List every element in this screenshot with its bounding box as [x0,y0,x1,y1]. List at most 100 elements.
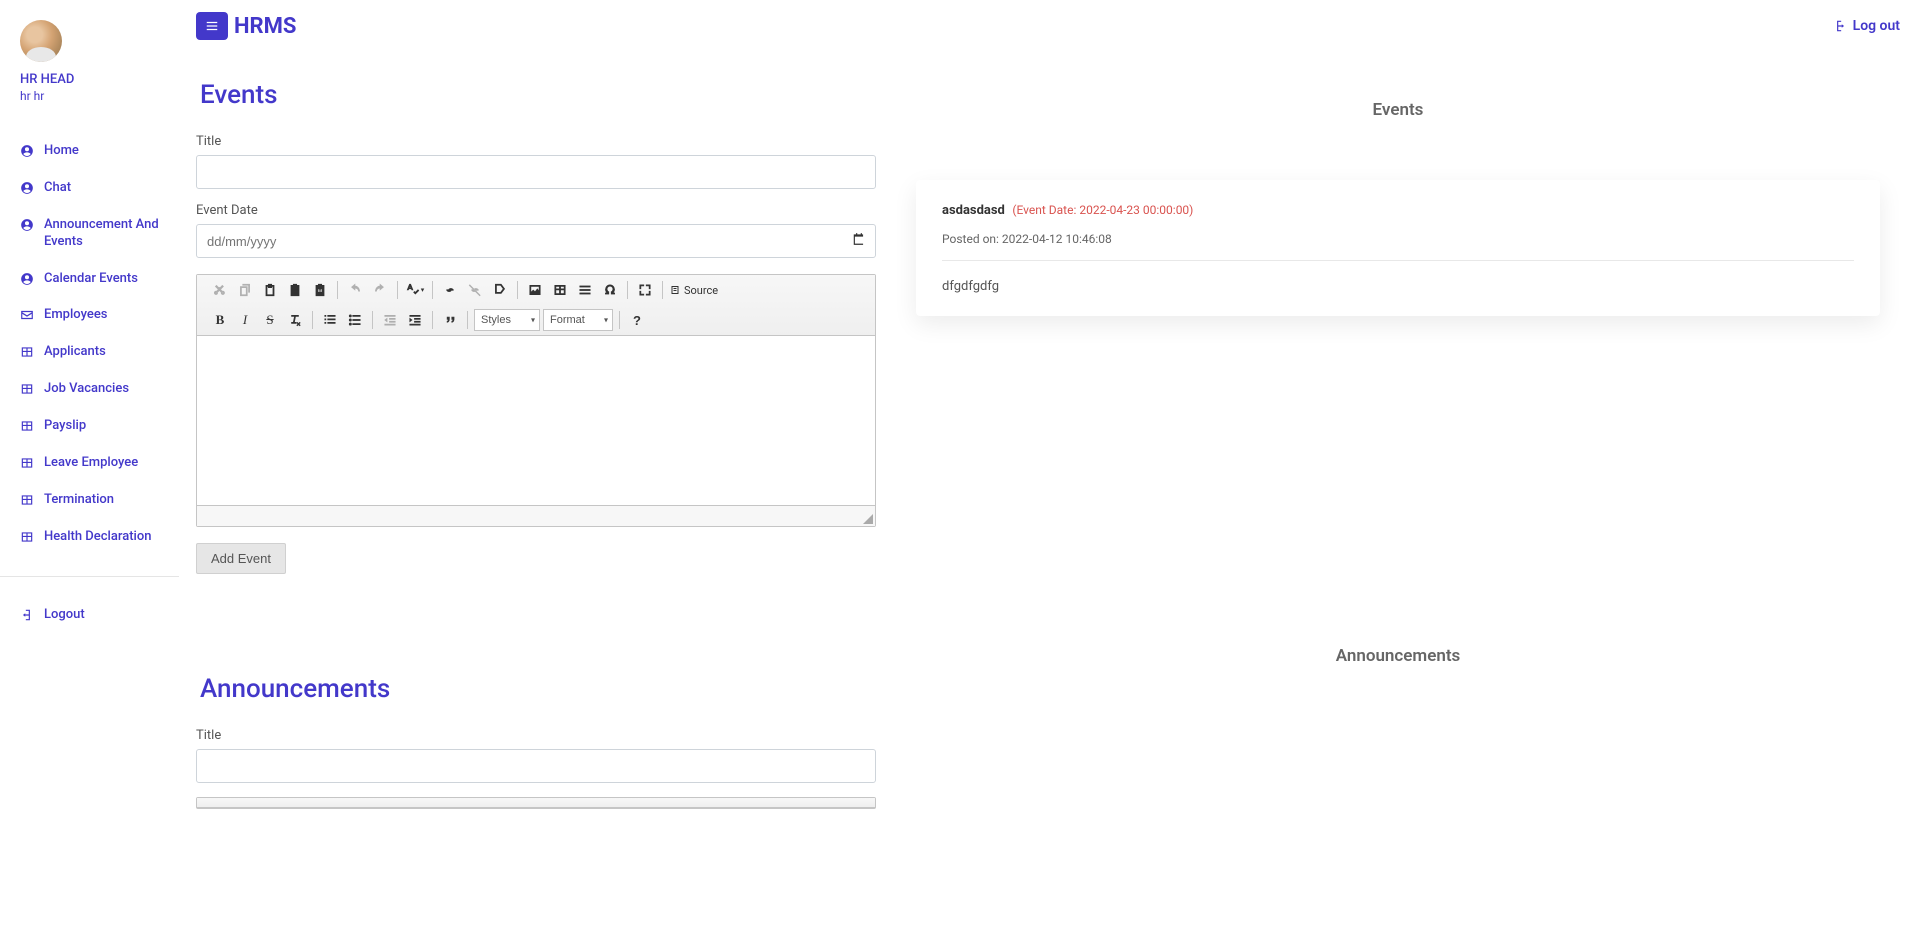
paste-text-icon[interactable] [284,279,306,301]
app-title: HRMS [234,14,296,39]
hamburger-button[interactable] [196,12,228,40]
editor-resize-handle[interactable] [197,506,875,526]
sidebar: HR HEAD hr hr Home Chat Announcement And… [0,0,180,933]
event-date-tag: (Event Date: 2022-04-23 00:00:00) [1012,203,1193,217]
link-icon[interactable] [439,279,461,301]
sidebar-item-chat[interactable]: Chat [20,170,179,207]
sidebar-item-label: Termination [44,492,114,509]
user-circle-icon [20,272,34,286]
announcement-title-input[interactable] [196,749,876,783]
event-title-input[interactable] [196,155,876,189]
outdent-icon[interactable] [379,309,401,331]
rich-text-editor-2 [196,797,876,809]
table-icon[interactable] [549,279,571,301]
grid-icon [20,530,34,544]
undo-icon[interactable] [344,279,366,301]
grid-icon [20,345,34,359]
grid-icon [20,419,34,433]
rich-text-editor: ▾ [196,274,876,527]
cut-icon[interactable] [209,279,231,301]
announcement-title-label: Title [196,728,876,743]
strike-button[interactable]: S [259,309,281,331]
source-label: Source [684,284,718,297]
logout-label: Log out [1853,18,1900,34]
sidebar-item-leave[interactable]: Leave Employee [20,445,179,482]
sidebar-item-calendar[interactable]: Calendar Events [20,261,179,298]
add-event-button[interactable]: Add Event [196,543,286,574]
nav-list: Home Chat Announcement And Events Calend… [20,133,179,556]
editor-body[interactable] [197,336,875,506]
logout-link[interactable]: Log out [1833,18,1900,34]
sidebar-item-label: Health Declaration [44,529,151,546]
sidebar-item-employees[interactable]: Employees [20,297,179,334]
sidebar-item-home[interactable]: Home [20,133,179,170]
hr-icon[interactable] [574,279,596,301]
indent-icon[interactable] [404,309,426,331]
logout-icon [1833,19,1847,33]
grid-icon [20,382,34,396]
events-heading: Events [196,80,876,110]
title-label: Title [196,134,876,149]
logout-icon [20,608,34,622]
editor-toolbar: ▾ [197,275,875,336]
sidebar-item-label: Announcement And Events [44,217,169,251]
blockquote-icon[interactable] [439,309,461,331]
editor-toolbar-2 [197,798,875,808]
avatar[interactable] [20,20,62,62]
sidebar-item-payslip[interactable]: Payslip [20,408,179,445]
styles-select[interactable]: Styles [474,309,540,331]
user-name: hr hr [20,89,179,103]
sidebar-item-label: Employees [44,307,107,324]
copy-icon[interactable] [234,279,256,301]
anchor-icon[interactable] [489,279,511,301]
sidebar-item-vacancies[interactable]: Job Vacancies [20,371,179,408]
sidebar-item-label: Logout [44,607,85,624]
date-label: Event Date [196,203,876,218]
nav-divider [0,576,179,577]
event-body: dfgdfgdfg [942,279,1854,294]
event-name: asdasdasd [942,203,1005,218]
main-scroll[interactable]: HRMS Log out Events Title Event Date [180,0,1920,933]
grid-icon [20,493,34,507]
sidebar-item-label: Applicants [44,344,106,361]
sidebar-item-label: Home [44,143,79,160]
spellcheck-icon[interactable]: ▾ [404,279,426,301]
sidebar-item-label: Calendar Events [44,271,138,288]
maximize-icon[interactable] [634,279,656,301]
sidebar-item-applicants[interactable]: Applicants [20,334,179,371]
format-select[interactable]: Format [543,309,613,331]
event-posted: Posted on: 2022-04-12 10:46:08 [942,232,1854,261]
event-date-input[interactable] [196,224,876,258]
events-list-heading: Events [916,100,1880,120]
numbered-list-icon[interactable] [319,309,341,331]
mail-icon [20,308,34,322]
announcements-heading: Announcements [196,674,876,704]
paste-icon[interactable] [259,279,281,301]
source-button[interactable]: Source [663,282,724,299]
special-char-icon[interactable] [599,279,621,301]
sidebar-item-health[interactable]: Health Declaration [20,519,179,556]
source-icon [669,284,681,296]
sidebar-item-termination[interactable]: Termination [20,482,179,519]
bullet-list-icon[interactable] [344,309,366,331]
topbar: HRMS Log out [180,0,1920,40]
user-circle-icon [20,144,34,158]
unlink-icon[interactable] [464,279,486,301]
grid-icon [20,456,34,470]
bold-button[interactable]: B [209,309,231,331]
announcements-list-heading: Announcements [916,646,1880,666]
user-role: HR HEAD [20,72,179,87]
italic-button[interactable]: I [234,309,256,331]
sidebar-item-label: Leave Employee [44,455,138,472]
sidebar-item-announcements[interactable]: Announcement And Events [20,207,179,261]
help-button[interactable]: ? [626,309,648,331]
sidebar-logout[interactable]: Logout [20,597,179,634]
redo-icon[interactable] [369,279,391,301]
user-circle-icon [20,181,34,195]
image-icon[interactable] [524,279,546,301]
sidebar-item-label: Payslip [44,418,86,435]
remove-format-icon[interactable] [284,309,306,331]
event-card: asdasdasd (Event Date: 2022-04-23 00:00:… [916,180,1880,316]
paste-word-icon[interactable] [309,279,331,301]
user-circle-icon [20,218,34,232]
